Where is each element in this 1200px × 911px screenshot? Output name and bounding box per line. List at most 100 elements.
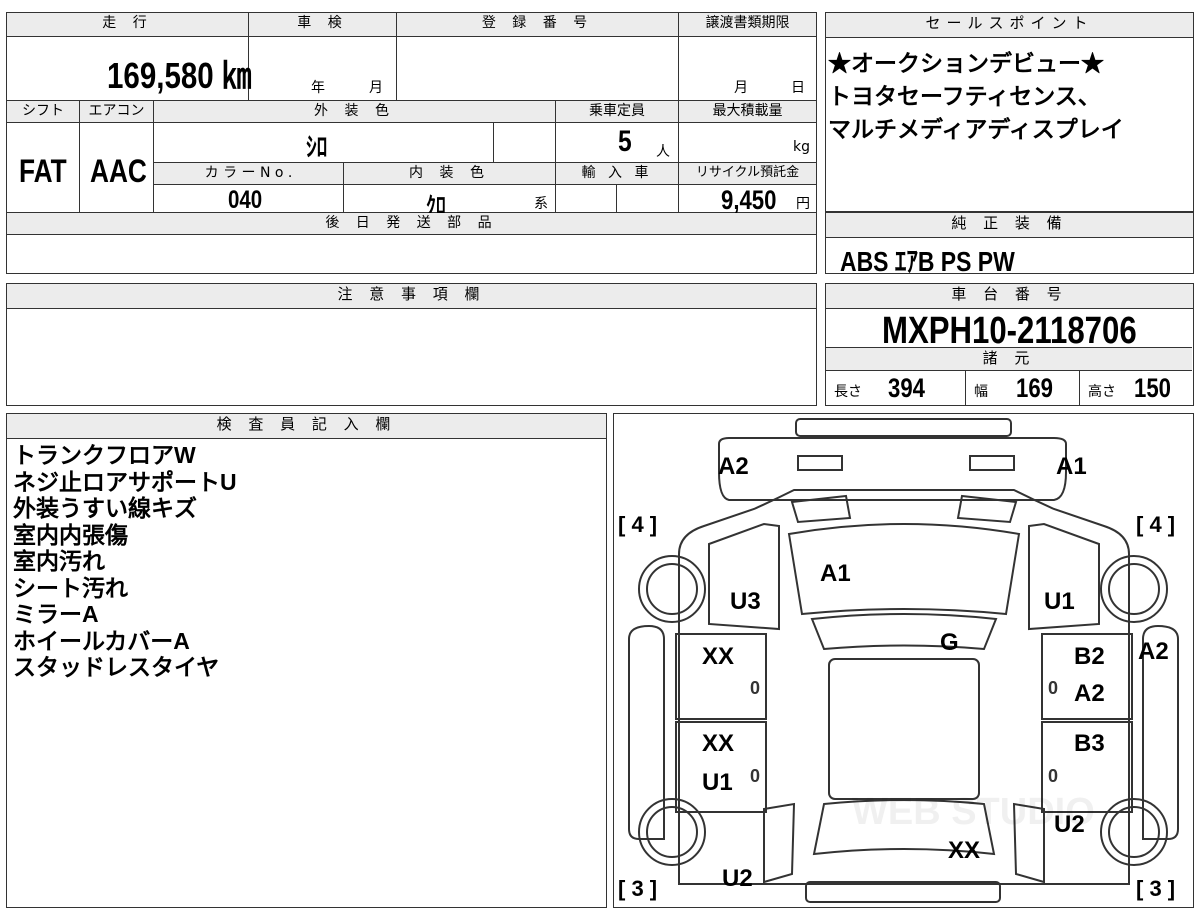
- inspector-note: ネジ止ロアサポートU: [13, 468, 237, 495]
- mileage-label: 走 行: [7, 13, 249, 37]
- transfer-day: 日: [791, 80, 805, 96]
- sales-point-line: マルチメディアディスプレイ: [828, 116, 1124, 142]
- inspector-notes: トランクフロアW ネジ止ロアサポートU 外装うすい線キズ 室内内張傷 室内汚れ …: [13, 442, 237, 681]
- recycle-cell: 9,450 円: [679, 185, 816, 215]
- damage-mark: A1: [1056, 453, 1087, 480]
- zero-mark: 0: [750, 678, 760, 698]
- sales-points-lines: ★オークションデビュー★ トヨタセーフティセンス、 マルチメディアディスプレイ: [828, 47, 1124, 146]
- inspection-label: 車 検: [249, 13, 397, 37]
- caution-box: 注 意 事 項 欄: [6, 283, 817, 406]
- ac-cell: AAC: [80, 123, 154, 213]
- tire-label: [ 4 ]: [1136, 512, 1175, 537]
- damage-mark: G: [940, 629, 959, 656]
- shift-label: シフト: [7, 101, 80, 123]
- registration-label: 登 録 番 号: [397, 13, 679, 37]
- wheel-front-right-inner: [1108, 563, 1160, 615]
- front-bumper-shape: [795, 418, 1012, 437]
- damage-mark: U2: [722, 865, 753, 892]
- spec-row: 長さ 394 幅 169 高さ 150: [826, 371, 1192, 405]
- roof-panel: [828, 658, 980, 800]
- ac-label: エアコン: [80, 101, 154, 123]
- registration-cell: [397, 37, 679, 101]
- damage-mark: U1: [702, 769, 733, 796]
- capacity-cell: 5 人: [556, 123, 679, 163]
- roof-front: [810, 613, 998, 651]
- interior-color-cell: ｸﾛ 系: [344, 185, 556, 220]
- transfer-cell: 月 日: [679, 37, 816, 101]
- chassis-box: 車 台 番 号 MXPH10-2118706 諸 元 長さ 394 幅 169 …: [825, 283, 1194, 406]
- damage-mark: A2: [1074, 680, 1105, 707]
- vehicle-info-table: 走 行 車 検 登 録 番 号 譲渡書類期限 169,580 ㎞ 年 月 月 日…: [6, 12, 817, 274]
- capacity-unit: 人: [656, 144, 670, 160]
- car-diagram: 0 0 0 0 [ 4 ] [ 4 ] [ 3 ] [ 3 ] A2 A1 A1…: [618, 418, 1179, 903]
- capacity-value: 5: [618, 125, 632, 158]
- damage-diagram-box: 0 0 0 0 [ 4 ] [ 4 ] [ 3 ] [ 3 ] A2 A1 A1…: [613, 413, 1194, 908]
- later-parts-cell: [7, 235, 816, 272]
- inspector-note: トランクフロアW: [13, 442, 196, 468]
- damage-mark: XX: [702, 643, 734, 670]
- wheel-rear-left: [638, 798, 706, 866]
- caution-label: 注 意 事 項 欄: [7, 284, 816, 309]
- exterior-extra-cell: [494, 123, 556, 163]
- headlight-right: [969, 455, 1015, 471]
- width-cell: 幅 169: [966, 371, 1080, 405]
- width-value: 169: [1016, 373, 1053, 403]
- zero-mark: 0: [1048, 766, 1058, 786]
- sales-points-box: セールスポイント ★オークションデビュー★ トヨタセーフティセンス、 マルチメデ…: [825, 12, 1194, 212]
- transfer-label: 譲渡書類期限: [679, 13, 816, 37]
- inspector-label: 検 査 員 記 入 欄: [7, 414, 606, 439]
- height-value: 150: [1134, 373, 1171, 403]
- wheel-rear-left-inner: [646, 806, 698, 858]
- equipment-value: ABS ｴｱB PS PW: [840, 246, 1015, 277]
- inspector-note: ミラーA: [13, 601, 99, 627]
- recycle-unit: 円: [796, 196, 810, 212]
- capacity-label: 乗車定員: [556, 101, 679, 123]
- shift-value: FAT: [19, 153, 67, 189]
- height-label: 高さ: [1088, 384, 1116, 400]
- inspector-note: スタッドレスタイヤ: [13, 654, 220, 680]
- damage-mark: A2: [1138, 638, 1169, 665]
- damage-mark: U3: [730, 588, 761, 615]
- left-side-outer: [628, 624, 665, 840]
- recycle-value: 9,450: [721, 185, 777, 215]
- max-load-unit: kg: [793, 139, 810, 155]
- max-load-label: 最大積載量: [679, 101, 816, 123]
- inspector-note: 室内内張傷: [13, 521, 128, 548]
- height-cell: 高さ 150: [1080, 371, 1192, 405]
- wheel-front-left: [638, 555, 706, 623]
- length-value: 394: [888, 373, 925, 403]
- exterior-color-value: ｼﾛ: [306, 132, 328, 162]
- ac-value: AAC: [90, 153, 147, 189]
- wheel-rear-right: [1100, 798, 1168, 866]
- import-cell-b: [617, 185, 679, 213]
- interior-color-suffix: 系: [534, 196, 548, 212]
- interior-color-label: 内 装 色: [344, 163, 556, 185]
- damage-mark: B3: [1074, 730, 1105, 757]
- recycle-label: リサイクル預託金: [679, 163, 816, 185]
- length-cell: 長さ 394: [826, 371, 966, 405]
- sales-points-label: セールスポイント: [826, 13, 1193, 38]
- inspection-month: 月: [369, 80, 383, 96]
- import-cell-a: [556, 185, 617, 213]
- sales-point-line: トヨタセーフティセンス、: [828, 83, 1101, 109]
- mileage-cell: 169,580 ㎞: [7, 37, 251, 101]
- zero-mark: 0: [750, 766, 760, 786]
- inspector-note: 外装うすい線キズ: [13, 495, 197, 521]
- wheel-front-left-inner: [646, 563, 698, 615]
- zero-mark: 0: [1048, 678, 1058, 698]
- tire-label: [ 4 ]: [618, 512, 657, 537]
- equipment-label: 純 正 装 備: [826, 213, 1193, 238]
- chassis-label: 車 台 番 号: [826, 284, 1193, 309]
- transfer-month: 月: [734, 80, 748, 96]
- tire-label: [ 3 ]: [1136, 876, 1175, 901]
- damage-mark: XX: [948, 837, 980, 864]
- damage-mark: A2: [718, 453, 749, 480]
- inspector-box: 検 査 員 記 入 欄 トランクフロアW ネジ止ロアサポートU 外装うすい線キズ…: [6, 413, 607, 908]
- max-load-cell: kg: [679, 123, 816, 163]
- damage-mark: U1: [1044, 588, 1075, 615]
- damage-mark: B2: [1074, 643, 1105, 670]
- import-label: 輸 入 車: [556, 163, 679, 185]
- inspector-note: シート汚れ: [13, 574, 128, 601]
- inspection-cell: 年 月: [249, 37, 397, 101]
- damage-mark: XX: [702, 730, 734, 757]
